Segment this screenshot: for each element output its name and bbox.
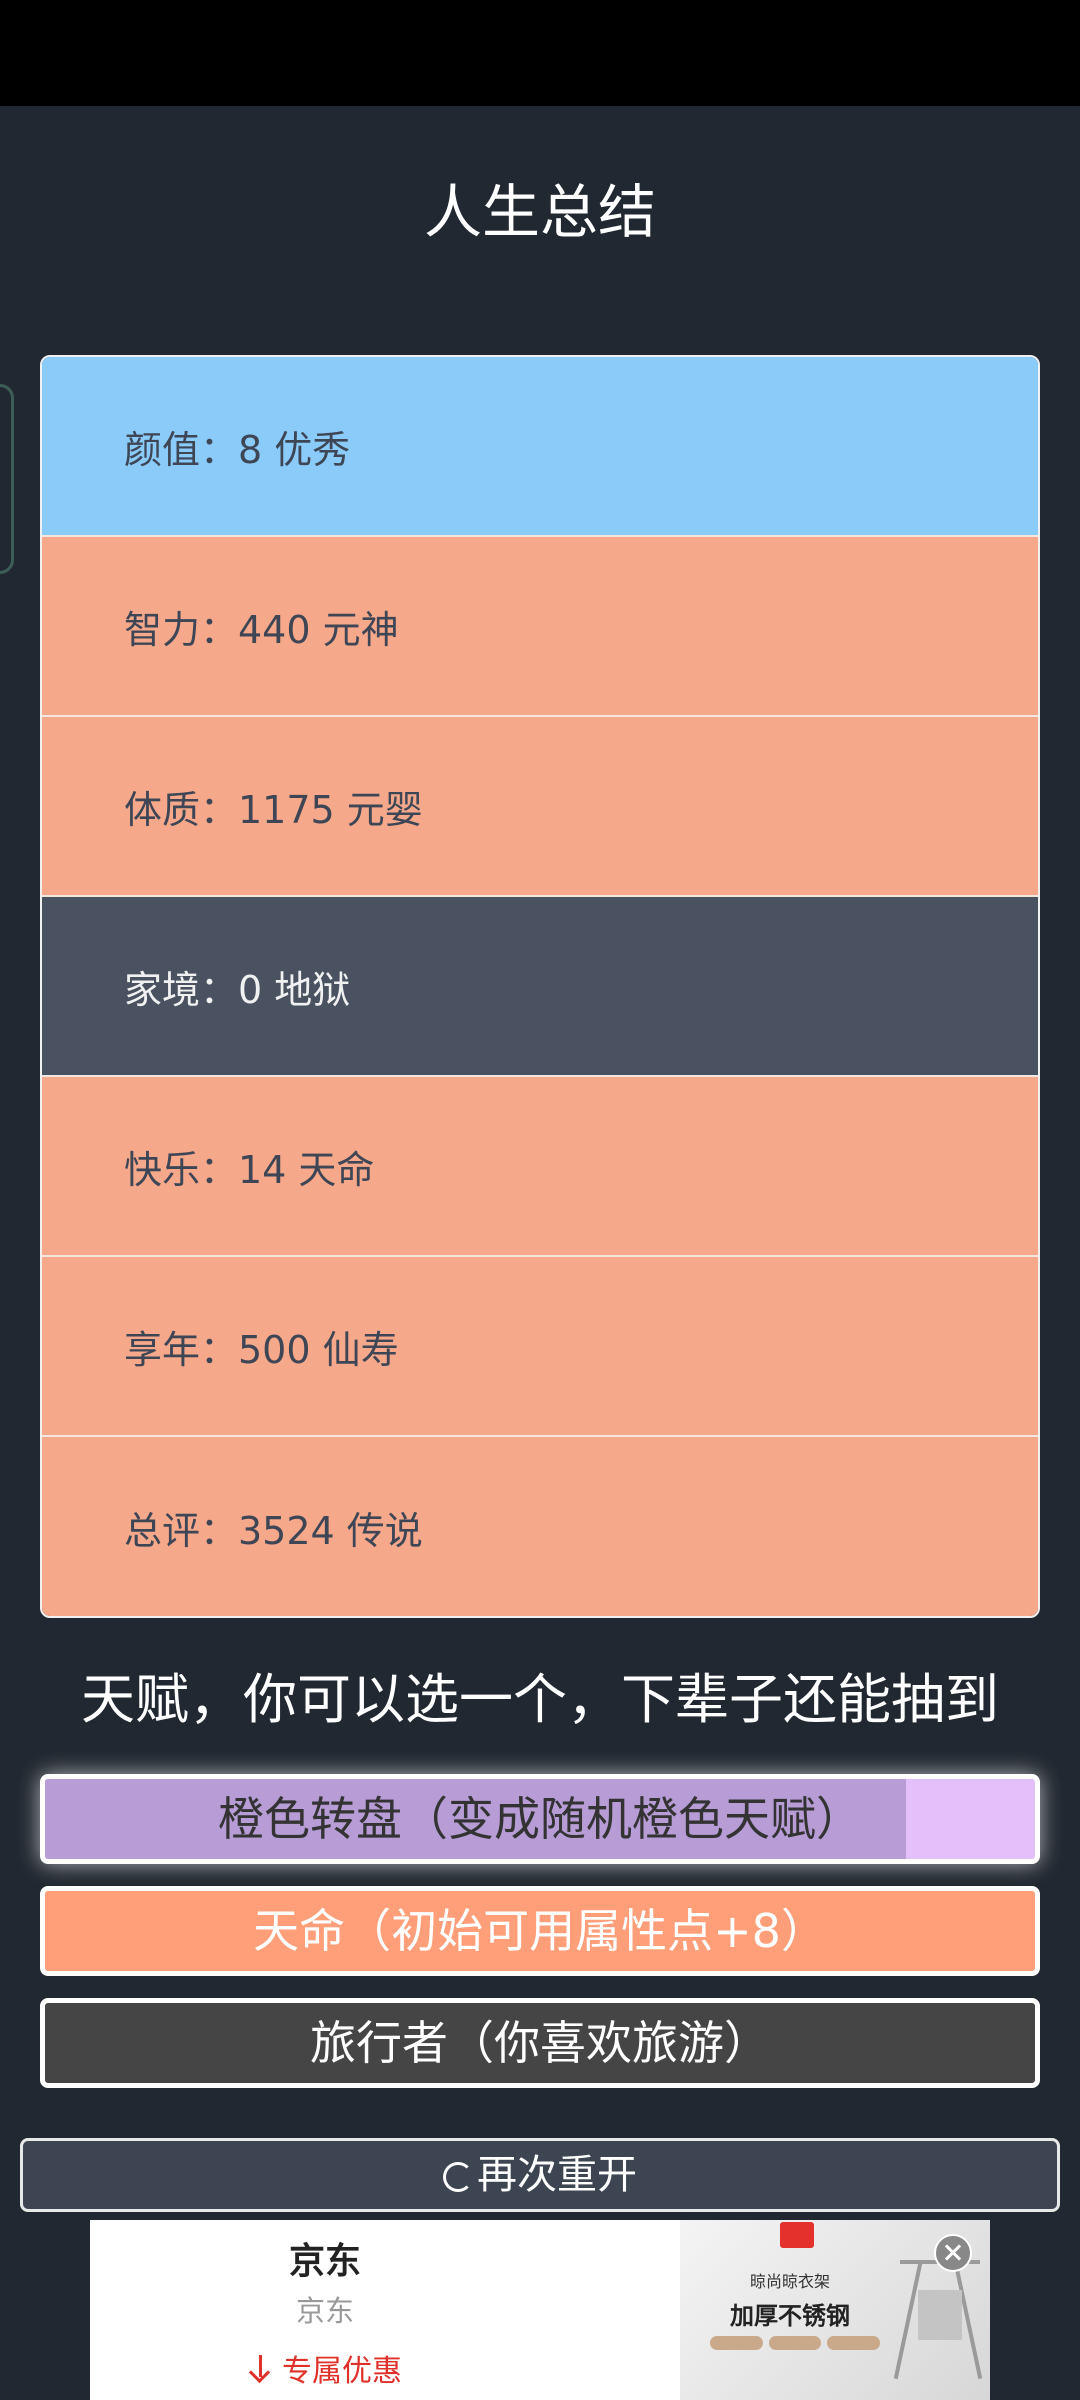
summary-row-label: 享年：500 仙寿 [124, 1327, 399, 1372]
summary-row-constitution: 体质：1175 元婴 [42, 717, 1038, 897]
talent-option-label: 天命（初始可用属性点+8） [253, 1904, 827, 1958]
summary-card: 颜值：8 优秀 智力：440 元神 体质：1175 元婴 家境：0 地狱 快乐：… [40, 355, 1040, 1618]
summary-row-happiness: 快乐：14 天命 [42, 1077, 1038, 1257]
ad-image-small-text: 晾尚晾衣架 [749, 2272, 830, 2291]
restart-label: 再次重开 [477, 2152, 637, 2198]
summary-row-overall: 总评：3524 传说 [42, 1437, 1038, 1616]
restart-button[interactable]: 再次重开 [20, 2138, 1060, 2212]
summary-row-label: 家境：0 地狱 [124, 967, 351, 1012]
summary-row-label: 总评：3524 传说 [124, 1508, 423, 1553]
summary-row-family: 家境：0 地狱 [42, 897, 1038, 1077]
talent-option-orange-wheel[interactable]: 橙色转盘（变成随机橙色天赋） [40, 1774, 1040, 1864]
summary-row-label: 体质：1175 元婴 [124, 787, 423, 832]
summary-row-label: 智力：440 元神 [124, 607, 399, 652]
talent-heading: 天赋，你可以选一个，下辈子还能抽到 [81, 1668, 999, 1731]
ad-brand: 京东 [288, 2241, 361, 2282]
page-title: 人生总结 [423, 178, 656, 246]
jd-logo-icon [780, 2222, 814, 2248]
summary-row-appearance: 颜值：8 优秀 [42, 357, 1038, 537]
ad-cta-label: 专属优惠 [282, 2354, 402, 2389]
close-icon[interactable] [934, 2234, 972, 2272]
talent-option-traveler[interactable]: 旅行者（你喜欢旅游） [40, 1998, 1040, 2088]
download-icon [248, 2355, 274, 2385]
summary-row-label: 快乐：14 天命 [124, 1147, 375, 1192]
side-drawer-handle[interactable] [0, 384, 14, 574]
ad-product-image[interactable]: 晾尚晾衣架 加厚不锈钢 [680, 2220, 990, 2400]
talent-option-label: 橙色转盘（变成随机橙色天赋） [218, 1792, 862, 1846]
summary-row-intelligence: 智力：440 元神 [42, 537, 1038, 717]
refresh-icon [443, 2162, 473, 2192]
ad-cta-link[interactable]: 专属优惠 [90, 2346, 560, 2390]
summary-row-label: 颜值：8 优秀 [124, 427, 351, 472]
ad-image-big-text: 加厚不锈钢 [730, 2302, 850, 2330]
ad-banner[interactable]: 京东 京东 专属优惠 晾尚晾衣架 加厚不锈钢 [90, 2220, 990, 2400]
summary-row-lifespan: 享年：500 仙寿 [42, 1257, 1038, 1437]
talent-option-label: 旅行者（你喜欢旅游） [310, 2016, 770, 2070]
talent-option-destiny[interactable]: 天命（初始可用属性点+8） [40, 1886, 1040, 1976]
ad-image-tags [710, 2336, 881, 2350]
ad-subtitle: 京东 [295, 2294, 354, 2328]
status-bar [0, 0, 1080, 106]
clothes-rack-icon [893, 2250, 983, 2380]
